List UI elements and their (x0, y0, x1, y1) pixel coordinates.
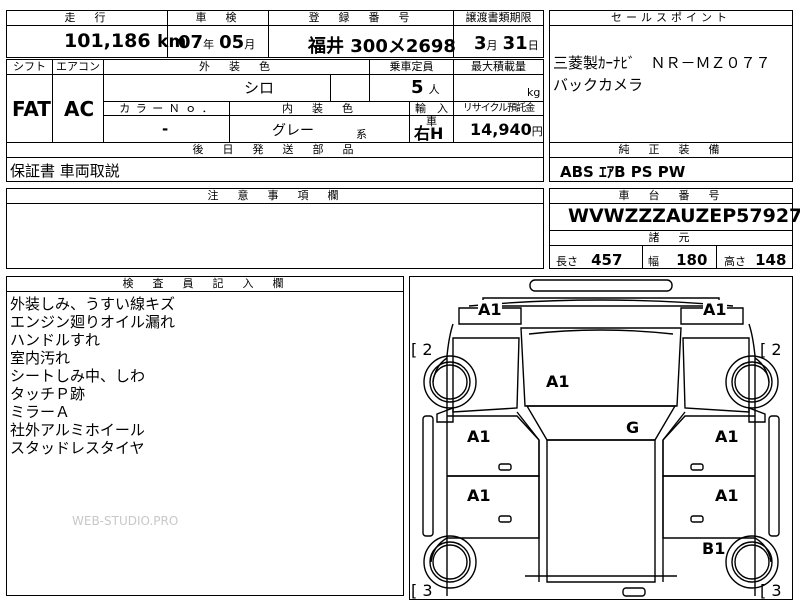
mark-bracket-left-top: [ 2 (411, 340, 433, 359)
color-no-label: カ ラ ー Ｎ ｏ ． (103, 101, 230, 116)
import-value: 右H (414, 124, 444, 143)
registration-label: 登 録 番 号 (268, 10, 454, 26)
inspection-label: 車 検 (167, 10, 269, 26)
recycle-label: リサイクル預託金 (453, 101, 544, 116)
mark-bracket-right-bottom: [ 3 (760, 581, 782, 600)
shift-label: シフト (6, 59, 53, 75)
max-load-label: 最大積載量 (453, 59, 544, 75)
mark-rear-door-left: A1 (467, 486, 491, 505)
capacity-label: 乗車定員 (369, 59, 454, 75)
inspection-value: 07年 05月 (178, 32, 256, 53)
equipment-label: 純 正 装 備 (549, 142, 793, 158)
load-unit: kg (527, 86, 541, 99)
aircon-label: エアコン (52, 59, 104, 75)
mark-hood: A1 (546, 372, 570, 391)
width-spec: 幅 180 (648, 251, 708, 269)
inspector-label: 検 査 員 記 入 欄 (6, 276, 404, 292)
sales-point-line-1: 三菱製ｶｰﾅﾋﾞ ＮＲ－ＭＺ０７７ (553, 54, 771, 72)
sales-point-line-2: バックカメラ (553, 76, 644, 94)
length-spec: 長さ 457 (556, 251, 623, 269)
interior-color-label: 内 装 色 (229, 101, 410, 116)
mark-bracket-right-top: [ 2 (760, 340, 782, 359)
mark-roof: G (626, 418, 640, 437)
accessories-value: 保証書 車両取説 (10, 162, 120, 180)
equipment-value: ABS ｴｱB PS PW (560, 163, 686, 181)
interior-suffix: 系 (356, 128, 367, 141)
notes-label: 注 意 事 項 欄 (6, 188, 544, 204)
aircon-value: AC (64, 97, 95, 121)
dims-label: 諸 元 (549, 230, 793, 246)
accessories-label: 後 日 発 送 部 品 (6, 142, 544, 158)
recycle-value: 14,940円 (470, 120, 543, 139)
mark-front-right: A1 (703, 300, 727, 319)
mark-front-left: A1 (478, 300, 502, 319)
sales-point-label: セールスポイント (549, 10, 793, 26)
inspector-line: スタッドレスタイヤ (10, 439, 145, 457)
mark-rear-door-right: A1 (715, 486, 739, 505)
chassis-label: 車 台 番 号 (549, 188, 793, 204)
mileage-label: 走 行 (6, 10, 168, 26)
import-label: 輸 入 車 (409, 101, 459, 128)
mark-front-door-left: A1 (467, 427, 491, 446)
deadline-value: 3月 31日 (474, 33, 539, 54)
interior-color-value: グレー (272, 123, 314, 139)
height-spec: 高さ 148 (724, 251, 787, 269)
exterior-color-label: 外 装 色 (103, 59, 370, 75)
color-no-value: - (162, 120, 169, 138)
registration-value: 福井 300メ2698 (308, 36, 456, 57)
exterior-color-value: シロ (244, 79, 275, 97)
watermark: WEB-STUDIO.PRO (72, 514, 179, 528)
capacity-value: 5 人 (411, 77, 440, 98)
shift-value: FAT (12, 97, 51, 121)
chassis-value: WVWZZZAUZEP579272 (568, 205, 800, 227)
mark-bracket-left-bottom: [ 3 (411, 581, 433, 600)
deadline-label: 譲渡書類期限 (453, 10, 544, 26)
mark-front-door-right: A1 (715, 427, 739, 446)
mark-rear-right: B1 (702, 539, 726, 558)
